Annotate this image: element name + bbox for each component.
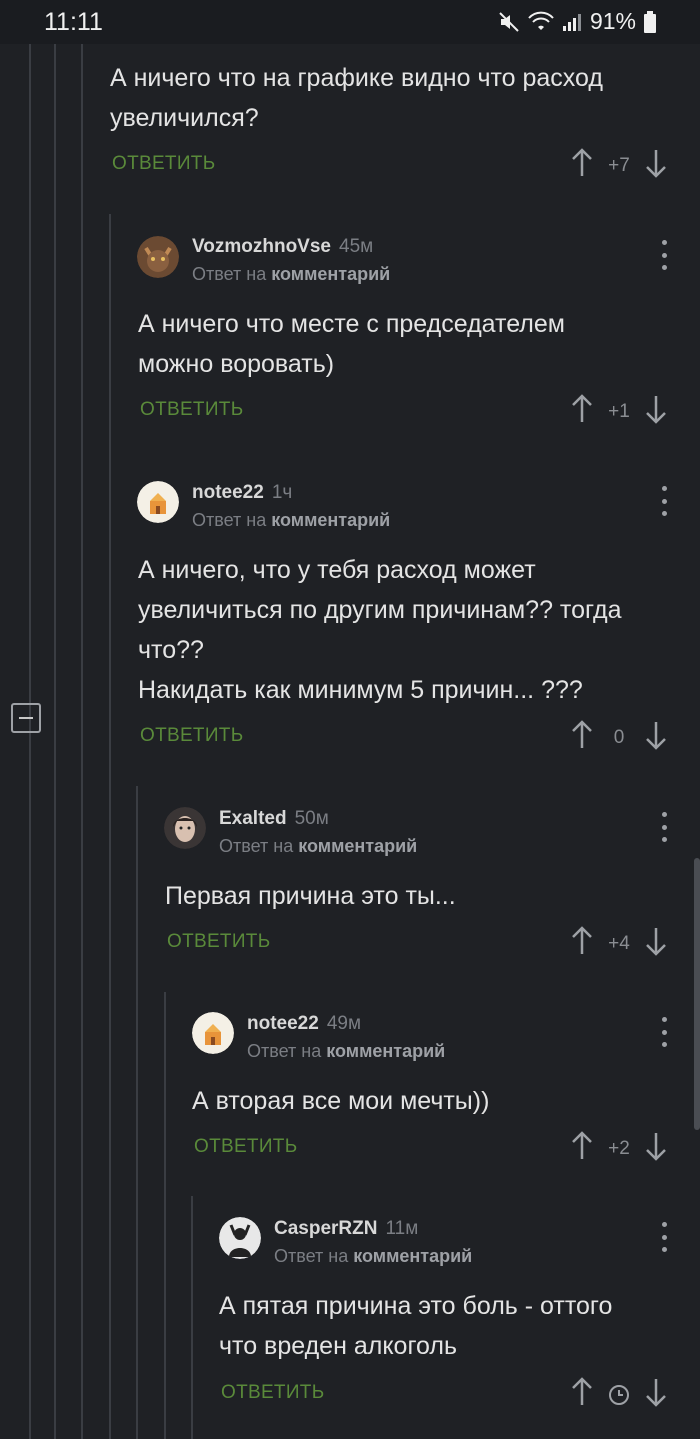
thread-line — [81, 44, 83, 1439]
mute-icon — [498, 11, 520, 33]
battery-level: 91% — [589, 8, 636, 34]
upvote-icon[interactable] — [570, 1377, 594, 1412]
thread-line — [29, 44, 31, 1439]
avatar[interactable] — [192, 1012, 234, 1054]
vote-controls — [570, 1377, 668, 1412]
author-name[interactable]: notee22 49м — [247, 1013, 361, 1035]
avatar[interactable] — [137, 481, 179, 523]
vote-count: +1 — [608, 400, 630, 422]
comment-time: 1ч — [271, 482, 293, 503]
upvote-icon[interactable] — [570, 1131, 594, 1166]
upvote-icon[interactable] — [570, 394, 594, 429]
status-time: 11:11 — [44, 8, 103, 36]
upvote-icon[interactable] — [570, 148, 594, 183]
downvote-icon[interactable] — [644, 1377, 668, 1412]
reply-prefix: Ответ на — [192, 264, 267, 284]
reply-button[interactable]: ОТВЕТИТЬ — [112, 153, 215, 175]
comment-time: 11м — [385, 1218, 419, 1239]
battery-icon — [644, 10, 656, 33]
reply-button[interactable]: ОТВЕТИТЬ — [140, 725, 243, 747]
comment-text: Первая причина это ты... — [165, 882, 456, 910]
avatar[interactable] — [164, 807, 206, 849]
wifi-icon — [528, 11, 554, 33]
comment-time: 49м — [326, 1013, 362, 1034]
author-label[interactable]: notee22 — [192, 482, 264, 503]
author-name[interactable]: notee22 1ч — [192, 482, 292, 504]
status-bar: 11:11 91% — [0, 0, 700, 44]
author-name[interactable]: Exalted 50м — [219, 808, 329, 830]
comment-text: А ничего что на графике видно что расход… — [110, 64, 603, 132]
vote-controls: +7 — [570, 148, 668, 183]
more-options-icon[interactable] — [654, 1017, 674, 1047]
reply-prefix: Ответ на — [247, 1041, 322, 1061]
comment-time: 45м — [339, 236, 374, 257]
reply-target-link[interactable]: комментарий — [353, 1246, 472, 1266]
vote-controls: +1 — [570, 394, 668, 429]
vote-controls: 0 — [570, 720, 668, 755]
scrollbar[interactable] — [694, 858, 700, 1130]
downvote-icon[interactable] — [644, 720, 668, 755]
vote-controls: +4 — [570, 926, 668, 961]
reply-button[interactable]: ОТВЕТИТЬ — [167, 931, 270, 953]
author-label[interactable]: CasperRZN — [274, 1218, 377, 1239]
downvote-icon[interactable] — [644, 1131, 668, 1166]
collapse-thread-button[interactable] — [11, 703, 41, 733]
reply-to: Ответ на комментарий — [274, 1246, 472, 1267]
upvote-icon[interactable] — [570, 926, 594, 961]
vote-count: +2 — [608, 1137, 630, 1159]
vote-count: +4 — [608, 932, 630, 954]
thread-line — [191, 1196, 193, 1439]
thread-line — [54, 44, 56, 1439]
downvote-icon[interactable] — [644, 394, 668, 429]
comment-text: А вторая все мои мечты)) — [192, 1087, 490, 1115]
downvote-icon[interactable] — [644, 926, 668, 961]
vote-count: +7 — [608, 154, 630, 176]
comment-text: А пятая причина это боль - оттого что вр… — [219, 1292, 613, 1360]
reply-target-link[interactable]: комментарий — [326, 1041, 445, 1061]
reply-target-link[interactable]: комментарий — [298, 836, 417, 856]
more-options-icon[interactable] — [654, 1222, 674, 1252]
avatar[interactable] — [219, 1217, 261, 1259]
downvote-icon[interactable] — [644, 148, 668, 183]
reply-to: Ответ на комментарий — [219, 836, 417, 857]
reply-prefix: Ответ на — [274, 1246, 349, 1266]
author-name[interactable]: CasperRZN 11м — [274, 1218, 418, 1240]
reply-button[interactable]: ОТВЕТИТЬ — [140, 399, 243, 421]
vote-count: 0 — [613, 726, 625, 748]
comment-text: А ничего, что у тебя расход может увелич… — [138, 556, 622, 704]
more-options-icon[interactable] — [654, 240, 674, 270]
more-options-icon[interactable] — [654, 486, 674, 516]
thread-line — [109, 214, 111, 1439]
reply-button[interactable]: ОТВЕТИТЬ — [194, 1136, 297, 1158]
vote-controls: +2 — [570, 1131, 668, 1166]
comment-text: А ничего что месте с председателем можно… — [138, 310, 565, 378]
reply-target-link[interactable]: комментарий — [271, 510, 390, 530]
author-name[interactable]: VozmozhnoVse 45м — [192, 236, 373, 258]
signal-icon — [562, 11, 582, 33]
status-icons: 91% — [498, 8, 656, 35]
upvote-icon[interactable] — [570, 720, 594, 755]
reply-button[interactable]: ОТВЕТИТЬ — [221, 1382, 324, 1404]
reply-to: Ответ на комментарий — [247, 1041, 445, 1062]
clock-icon — [594, 1383, 644, 1407]
author-label[interactable]: Exalted — [219, 808, 287, 829]
comment-time: 50м — [294, 808, 329, 829]
reply-target-link[interactable]: комментарий — [271, 264, 390, 284]
reply-prefix: Ответ на — [219, 836, 294, 856]
reply-prefix: Ответ на — [192, 510, 267, 530]
avatar[interactable] — [137, 236, 179, 278]
author-label[interactable]: VozmozhnoVse — [192, 236, 331, 257]
thread-line — [136, 786, 138, 1439]
author-label[interactable]: notee22 — [247, 1013, 319, 1034]
reply-to: Ответ на комментарий — [192, 510, 390, 531]
reply-to: Ответ на комментарий — [192, 264, 390, 285]
more-options-icon[interactable] — [654, 812, 674, 842]
thread-line — [164, 992, 166, 1439]
